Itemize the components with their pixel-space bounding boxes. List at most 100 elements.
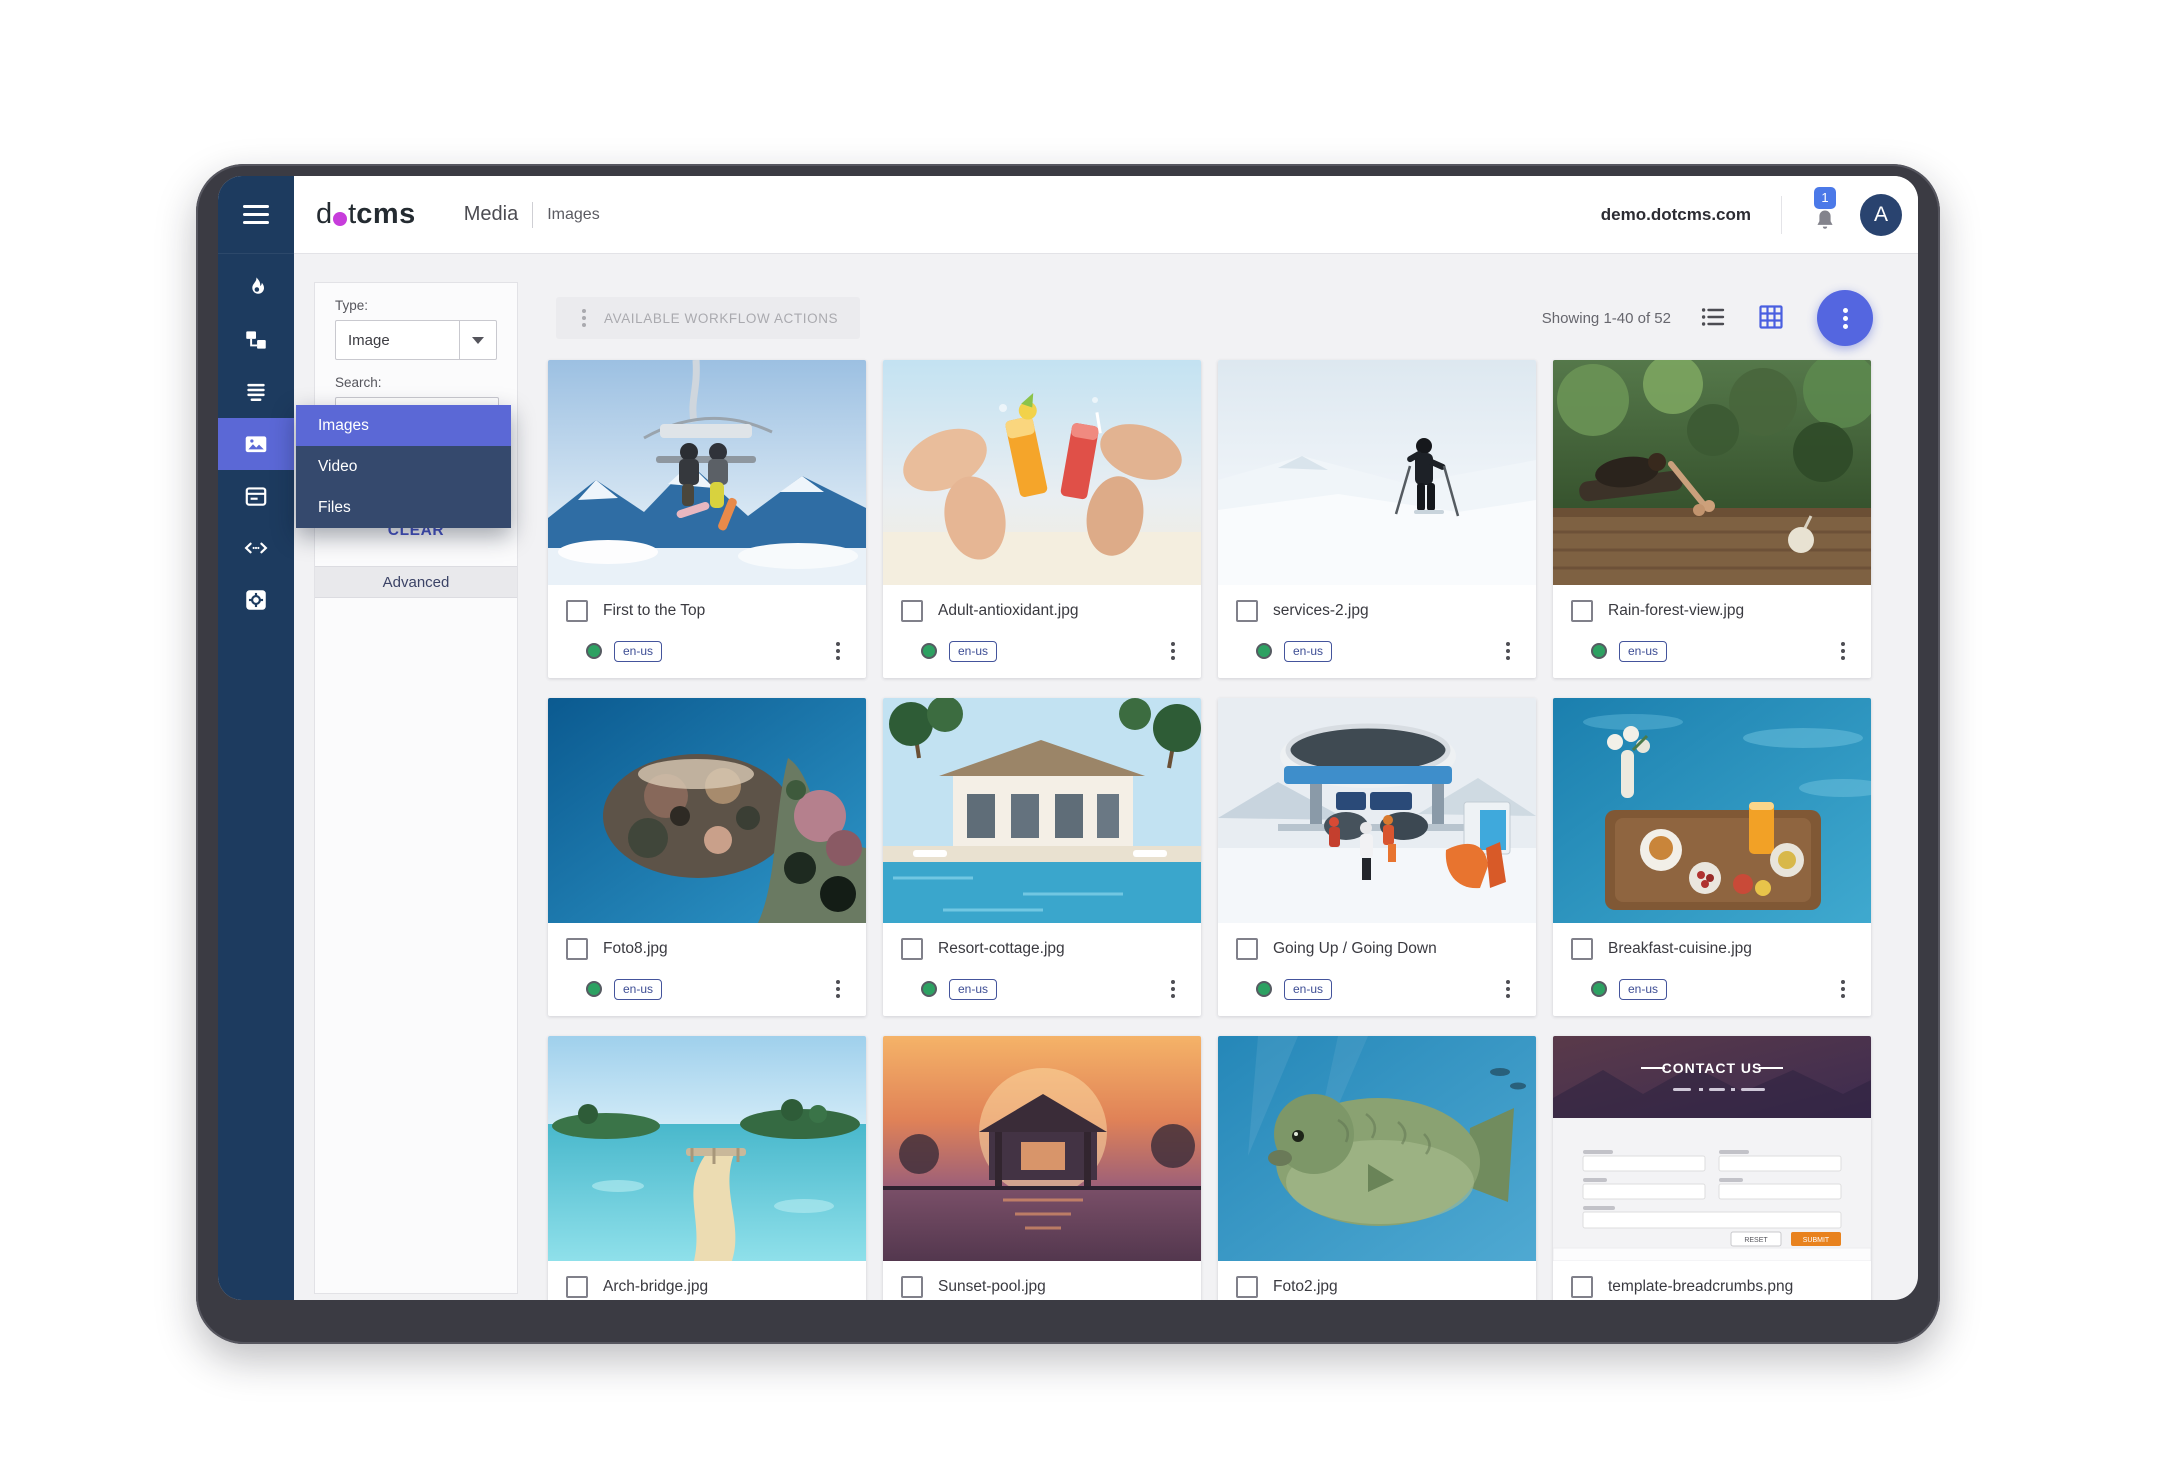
locale-badge: en-us [614, 979, 662, 1000]
thumbnail-chairlift[interactable] [548, 360, 866, 585]
logo-text-d: d [316, 198, 332, 231]
locale-badge: en-us [614, 641, 662, 662]
flyout-item-video[interactable]: Video [296, 446, 511, 487]
select-checkbox[interactable] [1571, 938, 1593, 960]
sidebar-item-content[interactable] [218, 366, 294, 418]
card-menu-button[interactable] [1837, 976, 1849, 1002]
device-frame: d t cms Media Images demo.dotcms.com 1 [196, 164, 1940, 1344]
flyout-item-files[interactable]: Files [296, 487, 511, 528]
code-icon [242, 535, 270, 561]
main-nav-sidebar [218, 176, 294, 1300]
list-view-button[interactable] [1697, 301, 1729, 336]
sidebar-item-media[interactable] [218, 418, 294, 470]
select-checkbox[interactable] [1571, 600, 1593, 622]
media-card: First to the Top en-us [548, 360, 866, 678]
grid-view-button[interactable] [1755, 301, 1787, 336]
published-status-dot [586, 981, 602, 997]
calendar-icon [243, 483, 269, 509]
sidebar-item-getting-started[interactable] [218, 262, 294, 314]
select-checkbox[interactable] [1571, 1276, 1593, 1298]
select-checkbox[interactable] [566, 938, 588, 960]
published-status-dot [1256, 981, 1272, 997]
file-title: First to the Top [603, 602, 705, 620]
user-avatar[interactable]: A [1860, 194, 1902, 236]
card-menu-button[interactable] [1502, 976, 1514, 1002]
advanced-section-toggle[interactable]: Advanced [315, 566, 517, 598]
media-card: services-2.jpg en-us [1218, 360, 1536, 678]
thumbnail-template-breadcrumbs[interactable]: CONTACT USRESETSUBMIT [1553, 1036, 1871, 1261]
notification-badge: 1 [1814, 187, 1836, 209]
media-card: CONTACT USRESETSUBMIT template-breadcrum… [1553, 1036, 1871, 1300]
thumbnail-breakfast[interactable] [1553, 698, 1871, 923]
published-status-dot [1591, 643, 1607, 659]
media-card: Arch-bridge.jpg en-us [548, 1036, 866, 1300]
logo-text-t: t [348, 198, 356, 231]
card-menu-button[interactable] [1502, 638, 1514, 664]
file-title: Adult-antioxidant.jpg [938, 602, 1078, 620]
breadcrumb-divider [532, 202, 533, 228]
thumbnail-rainforest[interactable] [1553, 360, 1871, 585]
content-toolbar: AVAILABLE WORKFLOW ACTIONS Showing 1-40 … [556, 290, 1873, 346]
select-checkbox[interactable] [1236, 938, 1258, 960]
select-checkbox[interactable] [566, 600, 588, 622]
sidebar-item-site-browser[interactable] [218, 314, 294, 366]
breadcrumb: Media Images [464, 202, 600, 228]
file-title: Foto8.jpg [603, 940, 668, 958]
thumbnail-skier[interactable] [1218, 360, 1536, 585]
file-title: Resort-cottage.jpg [938, 940, 1065, 958]
workflow-actions-label: AVAILABLE WORKFLOW ACTIONS [604, 311, 838, 326]
menu-toggle-button[interactable] [218, 176, 294, 254]
sidebar-item-dev-tools[interactable] [218, 522, 294, 574]
flyout-item-images[interactable]: Images [296, 405, 511, 446]
add-actions-fab[interactable] [1817, 290, 1873, 346]
logo-dot [333, 212, 347, 226]
page-background: d t cms Media Images demo.dotcms.com 1 [0, 0, 2160, 1476]
select-checkbox[interactable] [1236, 1276, 1258, 1298]
dropdown-arrow-button[interactable] [459, 321, 496, 359]
content-lines-icon [243, 379, 269, 405]
template-reset-button-text: RESET [1744, 1237, 1768, 1244]
card-menu-button[interactable] [832, 638, 844, 664]
card-menu-button[interactable] [1167, 976, 1179, 1002]
thumbnail-resort-cottage[interactable] [883, 698, 1201, 923]
locale-badge: en-us [1619, 641, 1667, 662]
type-dropdown[interactable]: Image [335, 320, 497, 360]
kebab-icon [578, 305, 590, 331]
thumbnail-sunset-pool[interactable] [883, 1036, 1201, 1261]
media-card: Resort-cottage.jpg en-us [883, 698, 1201, 1016]
sidebar-item-calendar[interactable] [218, 470, 294, 522]
locale-badge: en-us [949, 641, 997, 662]
thumbnail-fish[interactable] [1218, 1036, 1536, 1261]
file-title: Arch-bridge.jpg [603, 1278, 708, 1296]
card-menu-button[interactable] [1167, 638, 1179, 664]
avatar-initial: A [1874, 203, 1888, 227]
select-checkbox[interactable] [566, 1276, 588, 1298]
search-label: Search: [335, 375, 517, 390]
file-title: Going Up / Going Down [1273, 940, 1437, 958]
select-checkbox[interactable] [1236, 600, 1258, 622]
notifications-button[interactable]: 1 [1808, 193, 1842, 237]
thumbnail-ski-station[interactable] [1218, 698, 1536, 923]
media-flyout-menu: Images Video Files [296, 405, 511, 528]
select-checkbox[interactable] [901, 600, 923, 622]
gear-icon [243, 587, 269, 613]
flame-icon [243, 275, 269, 301]
thumbnail-underwater-rock[interactable] [548, 698, 866, 923]
published-status-dot [921, 643, 937, 659]
thumbnail-cocktails[interactable] [883, 360, 1201, 585]
thumbnail-arch-bridge[interactable] [548, 1036, 866, 1261]
card-menu-button[interactable] [832, 976, 844, 1002]
file-title: Rain-forest-view.jpg [1608, 602, 1744, 620]
card-menu-button[interactable] [1837, 638, 1849, 664]
select-checkbox[interactable] [901, 1276, 923, 1298]
file-title: Breakfast-cuisine.jpg [1608, 940, 1752, 958]
workflow-actions-button[interactable]: AVAILABLE WORKFLOW ACTIONS [556, 297, 860, 339]
image-icon [243, 431, 269, 457]
file-title: Foto2.jpg [1273, 1278, 1338, 1296]
type-label: Type: [335, 298, 517, 313]
caret-down-icon [472, 337, 484, 344]
select-checkbox[interactable] [901, 938, 923, 960]
file-title: services-2.jpg [1273, 602, 1369, 620]
breadcrumb-page: Images [547, 206, 599, 224]
sidebar-item-system[interactable] [218, 574, 294, 626]
